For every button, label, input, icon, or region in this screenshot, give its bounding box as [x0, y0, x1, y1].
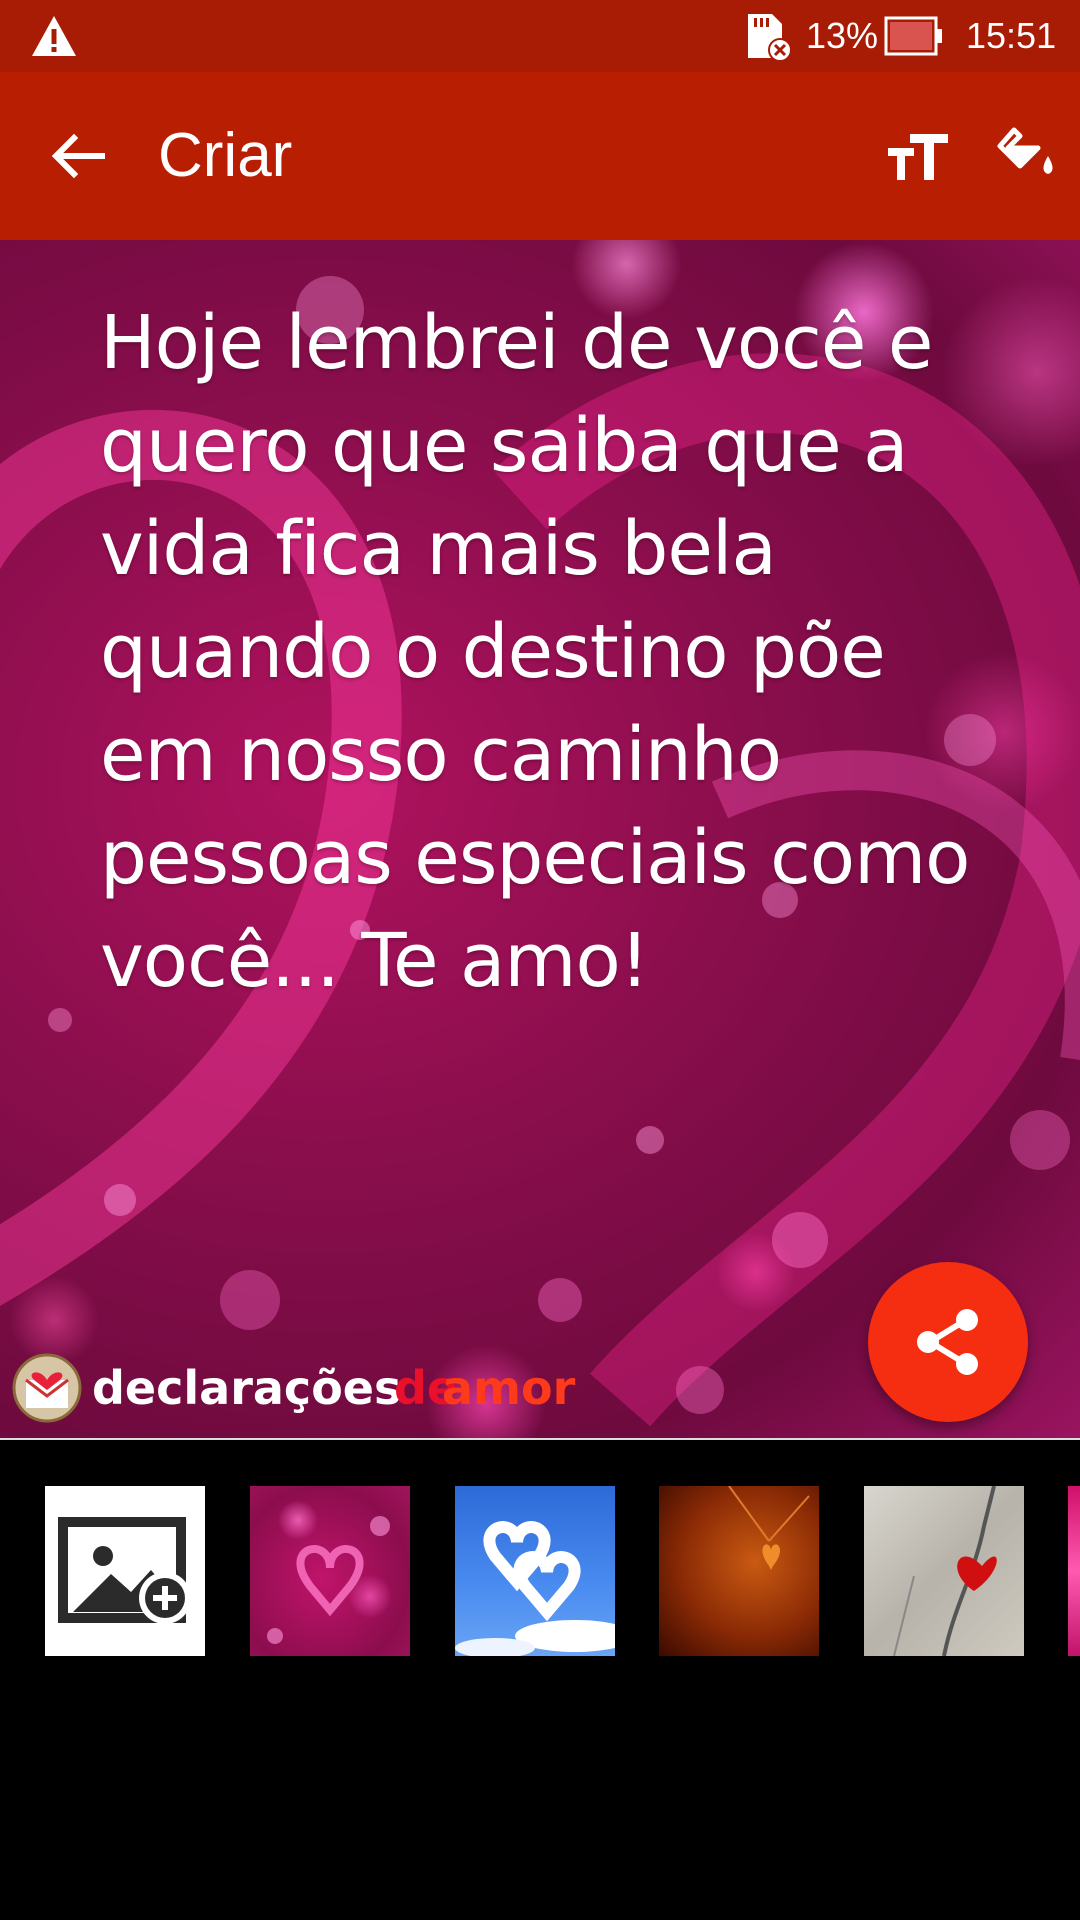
thumbnail-heart-pendant[interactable] [659, 1486, 819, 1656]
screen: 13% 15:51 Criar Hoje lembrei de você e q… [0, 0, 1080, 1920]
add-photo-icon [58, 1517, 191, 1624]
status-bar: 13% 15:51 [0, 0, 1080, 72]
clock: 15:51 [966, 15, 1057, 56]
message-card: Hoje lembrei de você e quero que saiba q… [0, 240, 1080, 1440]
text-size-icon[interactable] [886, 126, 950, 190]
brand-logo-icon [12, 1353, 82, 1423]
heart-image [267, 1516, 390, 1644]
cloud-hearts-image [455, 1521, 615, 1656]
brand-text-declaracoes: declarações [92, 1361, 402, 1415]
heart-pendant-image [728, 1486, 810, 1570]
share-button[interactable] [868, 1262, 1028, 1422]
battery-percent: 13% [806, 15, 879, 56]
share-icon [917, 1309, 978, 1375]
divider [0, 1438, 1080, 1440]
paint-bucket-icon[interactable] [990, 122, 1060, 192]
app-bar: Criar [0, 72, 1080, 240]
thumbnail-partial[interactable] [1068, 1486, 1080, 1656]
back-arrow-icon[interactable] [46, 124, 110, 188]
thumbnail-cloud-hearts[interactable] [455, 1486, 615, 1656]
warning-icon [32, 16, 76, 56]
thumbnail-pink-hearts[interactable] [250, 1486, 410, 1656]
red-heart-wood-image [893, 1486, 997, 1656]
love-message-text[interactable]: Hoje lembrei de você e quero que saiba q… [100, 292, 1000, 1013]
page-title: Criar [158, 121, 293, 190]
add-image-thumbnail[interactable] [45, 1486, 205, 1656]
battery-low-icon [884, 16, 942, 56]
sd-card-error-icon [748, 14, 792, 62]
brand-text-amor: amor [442, 1361, 576, 1415]
background-picker [0, 1486, 1080, 1658]
thumbnail-red-heart-wood[interactable] [864, 1486, 1024, 1656]
